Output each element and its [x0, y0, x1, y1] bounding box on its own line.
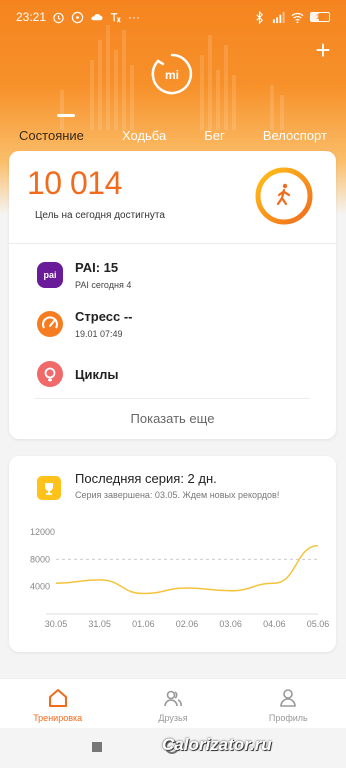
divider	[35, 398, 310, 399]
svg-text:mi: mi	[165, 68, 179, 82]
home-icon	[48, 689, 67, 707]
x-tick-label: 03.06	[219, 619, 242, 629]
nav-friends-label: Друзья	[158, 713, 188, 723]
nav-profile[interactable]: Профиль	[248, 687, 328, 723]
status-time: 23:21	[16, 10, 47, 24]
nav-friends[interactable]: Друзья	[133, 687, 213, 723]
tab-cycling[interactable]: Велоспорт	[261, 124, 329, 147]
divider	[9, 243, 336, 244]
battery-icon: 16	[310, 12, 330, 22]
friends-icon	[164, 690, 182, 707]
x-tick-label: 05.06	[307, 619, 330, 629]
x-tick-label: 30.05	[45, 619, 68, 629]
streak-subtitle: Серия завершена: 03.05. Ждем новых рекор…	[75, 490, 280, 500]
add-button[interactable]: +	[312, 37, 334, 63]
pai-subtitle: PAI сегодня 4	[75, 280, 132, 290]
chat-icon	[71, 11, 84, 23]
watermark: Calorizator.ru	[162, 735, 272, 754]
steps-chart[interactable]: 12000 8000 4000 30.05 31.05 01.06 02.06 03.06 04…	[18, 522, 336, 632]
show-more-button[interactable]: Показать еще	[9, 400, 336, 438]
x-tick-label: 02.06	[176, 619, 199, 629]
x-tick-label: 04.06	[263, 619, 286, 629]
pai-title[interactable]: PAI: 15	[75, 260, 118, 275]
walking-icon	[276, 183, 291, 206]
nav-workout[interactable]: Тренировка	[18, 687, 98, 723]
tab-state[interactable]: Состояние	[17, 124, 86, 147]
cloud-icon	[91, 13, 103, 20]
recent-apps-button[interactable]	[92, 742, 102, 752]
translate-icon	[110, 12, 121, 22]
mi-logo: mi	[151, 53, 193, 95]
bluetooth-icon	[256, 10, 264, 24]
nav-workout-label: Тренировка	[33, 713, 83, 723]
trophy-icon	[37, 476, 61, 500]
tab-running[interactable]: Бег	[202, 124, 227, 147]
cycles-title[interactable]: Циклы	[75, 367, 119, 382]
bottom-nav: Тренировка Друзья Профиль	[0, 678, 346, 728]
alarm-icon	[53, 12, 64, 23]
status-more: ···	[128, 10, 141, 24]
wifi-icon	[291, 12, 304, 23]
y-tick-label: 12000	[30, 527, 55, 537]
x-tick-label: 01.06	[132, 619, 155, 629]
stress-title[interactable]: Стресс --	[75, 309, 132, 324]
nav-profile-label: Профиль	[268, 713, 308, 723]
steps-value[interactable]: 10 014	[27, 165, 122, 202]
steps-goal-text: Цель на сегодня достигнута	[35, 210, 165, 221]
steps-ring[interactable]	[254, 166, 314, 226]
stress-gauge-icon	[37, 311, 63, 337]
signal-icon	[272, 11, 285, 23]
pai-icon: pai	[37, 262, 63, 288]
y-tick-label: 4000	[30, 582, 50, 592]
tab-walking[interactable]: Ходьба	[120, 124, 168, 147]
tab-indicator	[57, 114, 75, 117]
x-tick-label: 31.05	[88, 619, 111, 629]
status-bar: 23:21 ··· 16	[0, 0, 346, 34]
activity-tabs: Состояние Ходьба Бег Велоспорт	[0, 120, 346, 150]
streak-title: Последняя серия: 2 дн.	[75, 471, 217, 486]
y-tick-label: 8000	[30, 554, 50, 564]
series-line	[55, 544, 319, 595]
stress-subtitle: 19.01 07:49	[75, 329, 123, 339]
cycles-icon	[37, 361, 63, 387]
battery-level: 16	[316, 13, 324, 21]
profile-icon	[280, 689, 297, 707]
